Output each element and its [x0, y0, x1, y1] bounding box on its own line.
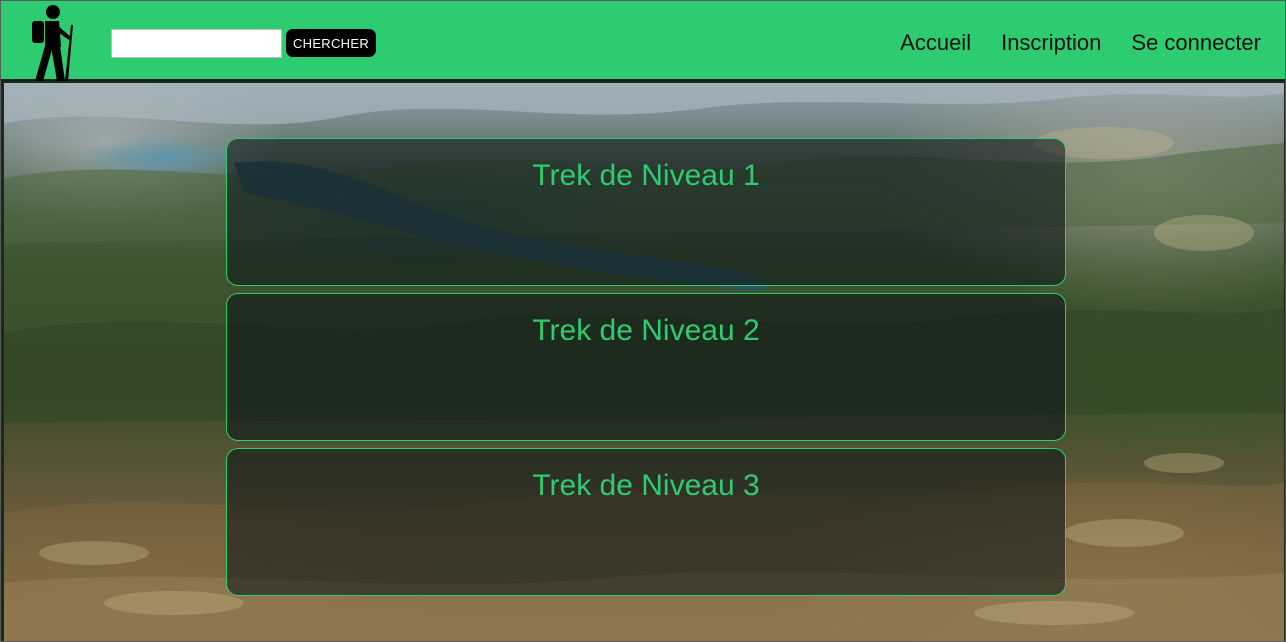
hiker-icon[interactable] — [23, 3, 85, 81]
page: CHERCHER Accueil Inscription Se connecte… — [0, 0, 1286, 642]
nav-link-accueil[interactable]: Accueil — [900, 30, 971, 56]
header: CHERCHER Accueil Inscription Se connecte… — [1, 1, 1285, 81]
nav-link-inscription[interactable]: Inscription — [1001, 30, 1101, 56]
main-nav: Accueil Inscription Se connecter — [900, 29, 1261, 57]
trek-card-title: Trek de Niveau 2 — [532, 314, 760, 347]
nav-link-se-connecter[interactable]: Se connecter — [1131, 30, 1261, 56]
trek-card-level-1[interactable]: Trek de Niveau 1 — [226, 138, 1066, 286]
trek-card-level-2[interactable]: Trek de Niveau 2 — [226, 293, 1066, 441]
trek-card-title: Trek de Niveau 1 — [532, 159, 760, 192]
search-button[interactable]: CHERCHER — [286, 29, 376, 57]
trek-card-level-3[interactable]: Trek de Niveau 3 — [226, 448, 1066, 596]
search-input[interactable] — [111, 29, 282, 58]
trek-card-title: Trek de Niveau 3 — [532, 469, 760, 502]
